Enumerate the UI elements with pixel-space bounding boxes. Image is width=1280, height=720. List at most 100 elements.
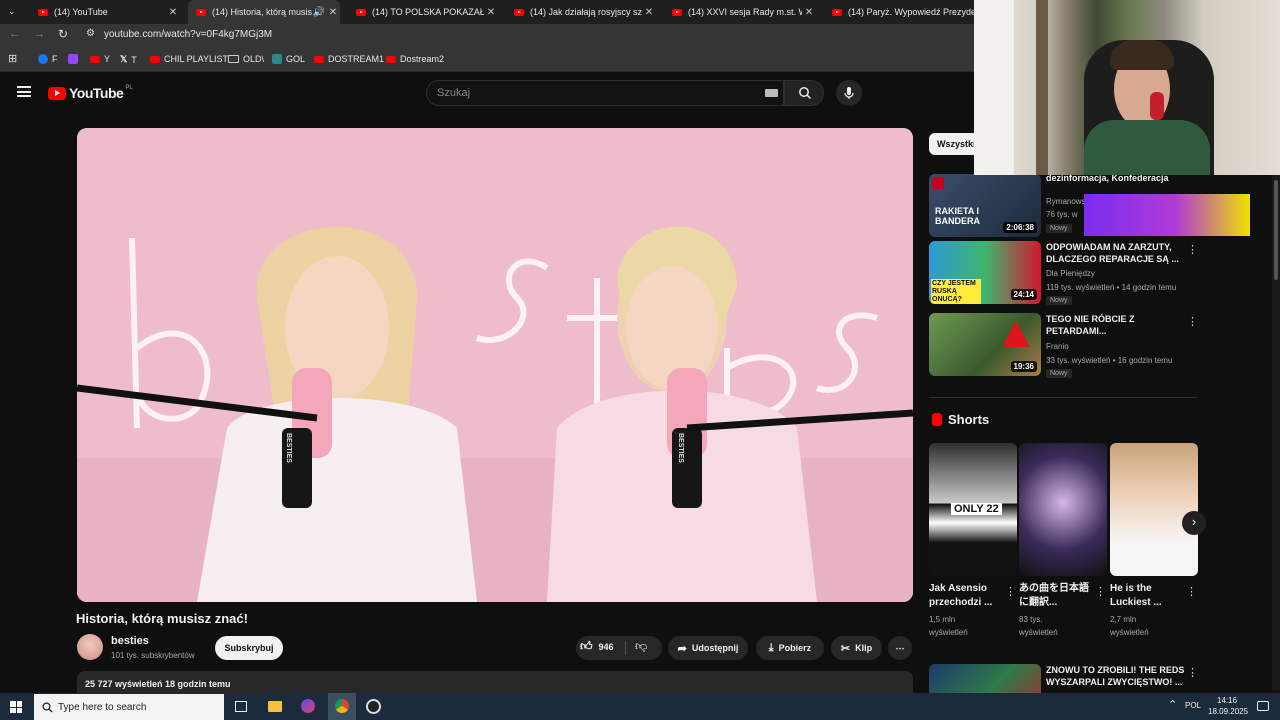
forward-arrow-icon[interactable]: → xyxy=(34,28,45,40)
mic-label-right: BESTIES xyxy=(677,433,684,463)
bookmark-x[interactable]: 𝕏T xyxy=(120,54,137,65)
short-views: 1,5 mln wyświetleń xyxy=(929,615,968,637)
channel-name[interactable]: Franio xyxy=(1046,342,1069,351)
short-title[interactable]: あの曲を日本語に翻訳... xyxy=(1019,582,1091,610)
search-button[interactable] xyxy=(784,80,824,106)
back-arrow-icon[interactable]: ← xyxy=(9,28,20,40)
page-scrollbar[interactable] xyxy=(1272,170,1280,690)
more-horizontal-icon: ⋯ xyxy=(895,642,905,653)
thumbs-down-icon: 👎︎ xyxy=(635,639,648,653)
short-thumbnail[interactable] xyxy=(1110,443,1198,576)
channel-avatar[interactable] xyxy=(77,634,103,660)
video-duration: 2:06:38 xyxy=(1003,222,1037,233)
scrollbar-thumb[interactable] xyxy=(1274,180,1278,280)
like-button[interactable]: 👍︎ 946 xyxy=(580,639,614,654)
more-vertical-icon[interactable]: ⋮ xyxy=(1187,243,1198,256)
x-logo-icon: 𝕏 xyxy=(120,54,128,64)
browser-tab-0[interactable]: (14) YouTube ✕ xyxy=(30,0,180,24)
more-vertical-icon[interactable]: ⋮ xyxy=(1005,585,1016,598)
window-frame xyxy=(1036,0,1048,175)
video-thumbnail[interactable]: 19:36 xyxy=(929,313,1041,376)
more-vertical-icon[interactable]: ⋮ xyxy=(1186,585,1197,598)
close-tab-icon[interactable]: ✕ xyxy=(166,7,180,18)
search-icon xyxy=(799,87,812,100)
youtube-favicon-icon xyxy=(356,8,366,16)
chrome-icon[interactable] xyxy=(328,693,356,720)
youtube-icon xyxy=(150,55,160,63)
clock-time[interactable]: 14:16 xyxy=(1217,696,1237,705)
download-button[interactable]: ⤓ Pobierz xyxy=(756,636,824,660)
keyboard-icon[interactable] xyxy=(765,89,778,97)
filter-chip-all[interactable]: Wszystkie xyxy=(929,133,979,155)
browser-tab-3[interactable]: (14) Jak działają rosyjscy szpied✕ xyxy=(506,0,656,24)
bookmark-dostream2[interactable]: Dostream2 xyxy=(386,54,444,64)
recommended-video-1[interactable]: CZY JESTEM RUSKĄ ONUCĄ? 24:14 ODPOWIADAM… xyxy=(929,241,1199,307)
subscribe-button[interactable]: Subskrybuj xyxy=(215,636,283,660)
shorts-next-button[interactable]: › xyxy=(1182,511,1206,535)
gol-icon xyxy=(272,54,282,64)
search-input[interactable]: Szukaj xyxy=(426,80,784,106)
video-title[interactable]: TEGO NIE RÓBCIE Z PETARDAMI... xyxy=(1046,313,1186,337)
file-explorer-icon[interactable] xyxy=(268,701,282,712)
taskbar-search-input[interactable]: Type here to search xyxy=(34,694,224,720)
close-tab-icon[interactable]: ✕ xyxy=(484,7,498,18)
video-thumbnail[interactable]: CZY JESTEM RUSKĄ ONUCĄ? 24:14 xyxy=(929,241,1041,304)
share-button[interactable]: ➦ Udostępnij xyxy=(668,636,748,660)
video-thumbnail[interactable] xyxy=(929,664,1041,694)
youtube-logo[interactable]: YouTube PL xyxy=(48,85,133,101)
bookmark-gol[interactable]: GOL xyxy=(272,54,305,64)
clock-date[interactable]: 18.09.2025 xyxy=(1208,707,1248,716)
tab-list-chevron-icon[interactable]: ⌄ xyxy=(8,6,20,18)
close-tab-icon[interactable]: ✕ xyxy=(642,7,656,18)
short-title[interactable]: Jak Asensio przechodzi ... xyxy=(929,582,1001,610)
video-player[interactable]: besties BESTIES BESTIES xyxy=(77,128,913,602)
recommended-video-3[interactable]: ZNOWU TO ZROBILI! THE REDS WYSZARPALI ZW… xyxy=(929,664,1199,694)
bookmark-facebook[interactable]: F xyxy=(38,54,58,64)
video-title[interactable]: ODPOWIADAM NA ZARZUTY, DLACZEGO REPARACJ… xyxy=(1046,241,1186,265)
more-vertical-icon[interactable]: ⋮ xyxy=(1095,585,1106,598)
bookmark-twitch[interactable] xyxy=(68,54,82,64)
speaker-icon[interactable]: 🔊 xyxy=(312,7,326,18)
recommended-video-2[interactable]: 19:36 TEGO NIE RÓBCIE Z PETARDAMI... Fra… xyxy=(929,313,1199,379)
channel-name[interactable]: besties xyxy=(111,635,149,647)
reload-icon[interactable]: ↻ xyxy=(58,27,68,41)
channel-name[interactable]: Dla Pieniędzy xyxy=(1046,269,1095,278)
site-info-icon[interactable]: ⚙ xyxy=(86,28,95,39)
close-tab-icon[interactable]: ✕ xyxy=(326,7,340,18)
more-vertical-icon[interactable]: ⋮ xyxy=(1187,315,1198,328)
video-thumbnail[interactable]: RAKIETA I BANDERA 2:06:38 xyxy=(929,174,1041,237)
views-and-date: 25 727 wyświetleń 18 godzin temu xyxy=(85,679,231,689)
dislike-button[interactable]: 👎︎ xyxy=(635,639,647,654)
language-indicator[interactable]: POL xyxy=(1185,701,1201,710)
browser-tab-2[interactable]: (14) TO POLSKA POKAZAŁA JA✕ xyxy=(348,0,498,24)
bookmark-old-folder[interactable]: OLD\ xyxy=(228,54,264,64)
task-view-icon[interactable] xyxy=(235,701,247,712)
bookmark-dostream1[interactable]: DOSTREAM1 xyxy=(314,54,384,64)
more-actions-button[interactable]: ⋯ xyxy=(888,636,912,660)
short-thumbnail[interactable]: ONLY 22 xyxy=(929,443,1017,576)
close-tab-icon[interactable]: ✕ xyxy=(802,7,816,18)
clip-button[interactable]: ✂ Klip xyxy=(831,636,882,660)
notifications-icon[interactable] xyxy=(1257,701,1269,711)
show-hidden-icons-chevron[interactable]: ⌃ xyxy=(1168,698,1177,711)
video-title[interactable]: ZNOWU TO ZROBILI! THE REDS WYSZARPALI ZW… xyxy=(1046,664,1186,688)
video-meta: 119 tys. wyświetleń • 14 godzin temu xyxy=(1046,283,1177,292)
voice-search-button[interactable] xyxy=(836,80,862,106)
short-title[interactable]: He is the Luckiest ... xyxy=(1110,582,1182,610)
url-field[interactable]: youtube.com/watch?v=0F4kg7MGj3M xyxy=(104,29,272,40)
browser-tab-5[interactable]: (14) Paryż. Wypowiedź Prezyde xyxy=(824,0,974,24)
apps-grid-icon[interactable]: ⊞ xyxy=(8,52,17,65)
video-duration: 19:36 xyxy=(1010,361,1037,372)
app-icon[interactable] xyxy=(301,699,315,713)
headphones xyxy=(1150,92,1164,120)
short-thumbnail[interactable] xyxy=(1019,443,1107,576)
short-views: 83 tys. wyświetleń xyxy=(1019,615,1058,637)
obs-icon[interactable] xyxy=(366,699,381,714)
hamburger-menu-icon[interactable] xyxy=(17,86,31,97)
bookmark-chil-playlist[interactable]: CHIL PLAYLIST xyxy=(150,54,228,64)
bookmark-youtube[interactable]: Y xyxy=(90,54,110,64)
browser-tab-4[interactable]: (14) XXVI sesja Rady m.st. Wars✕ xyxy=(664,0,816,24)
start-windows-icon[interactable] xyxy=(10,701,22,713)
more-vertical-icon[interactable]: ⋮ xyxy=(1187,666,1198,679)
browser-tab-1[interactable]: (14) Historia, którą musisz z🔊✕ xyxy=(188,0,340,24)
